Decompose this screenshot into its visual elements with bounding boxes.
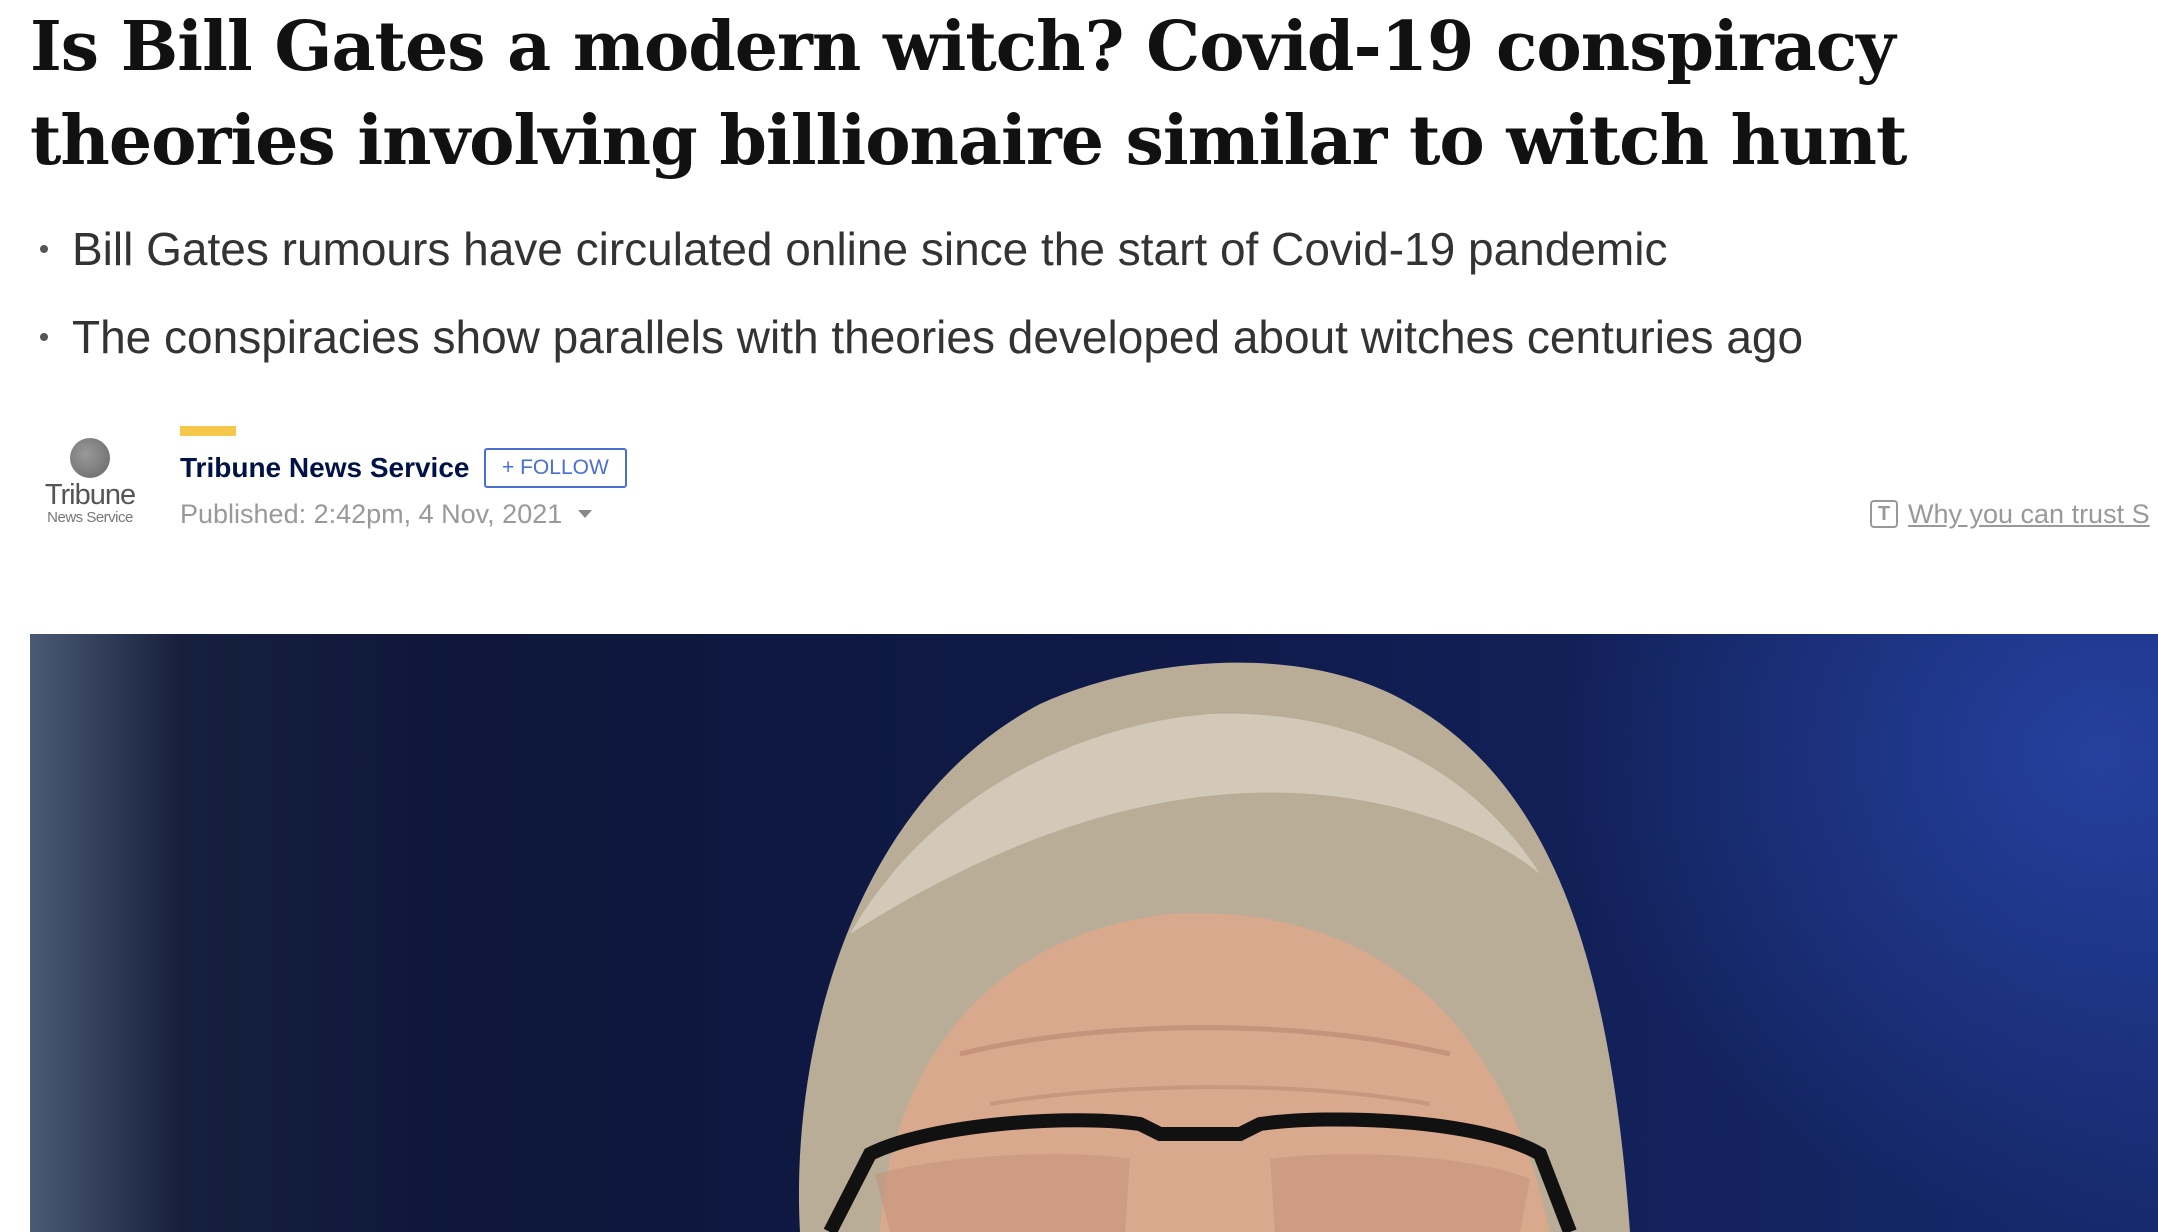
globe-icon	[70, 438, 110, 478]
summary-bullet-text: The conspiracies show parallels with the…	[72, 311, 1804, 363]
published-date-toggle[interactable]: Published: 2:42pm, 4 Nov, 2021	[180, 496, 593, 532]
follow-label: + FOLLOW	[502, 456, 609, 479]
published-date: Published: 2:42pm, 4 Nov, 2021	[180, 499, 563, 529]
chevron-down-icon	[578, 510, 593, 518]
summary-bullet-2: The conspiracies show parallels with the…	[30, 293, 1803, 381]
article-page: Is Bill Gates a modern witch? Covid-19 c…	[0, 0, 2158, 1232]
article-headline: Is Bill Gates a modern witch? Covid-19 c…	[30, 7, 1907, 181]
author-logo-line2: News Service	[47, 509, 133, 526]
trust-link-label: Why you can trust S	[1908, 499, 2150, 529]
summary-bullet-text: Bill Gates rumours have circulated onlin…	[72, 223, 1668, 275]
trust-icon: T	[1870, 500, 1898, 528]
trust-link[interactable]: T Why you can trust S	[1870, 496, 2150, 532]
summary-bullet-1: Bill Gates rumours have circulated onlin…	[30, 205, 1803, 293]
author-name-link[interactable]: Tribune News Service	[180, 448, 469, 488]
author-logo-line1: Tribune	[44, 479, 136, 511]
author-accent-bar	[180, 426, 236, 436]
hero-image	[30, 634, 2158, 1232]
author-avatar[interactable]: Tribune News Service	[40, 438, 140, 538]
summary-bullets: Bill Gates rumours have circulated onlin…	[30, 205, 1803, 381]
photo-subject-illustration	[798, 662, 1630, 1232]
bullet-dot-icon	[40, 333, 48, 341]
bullet-dot-icon	[40, 245, 48, 253]
follow-button[interactable]: + FOLLOW	[484, 448, 627, 488]
